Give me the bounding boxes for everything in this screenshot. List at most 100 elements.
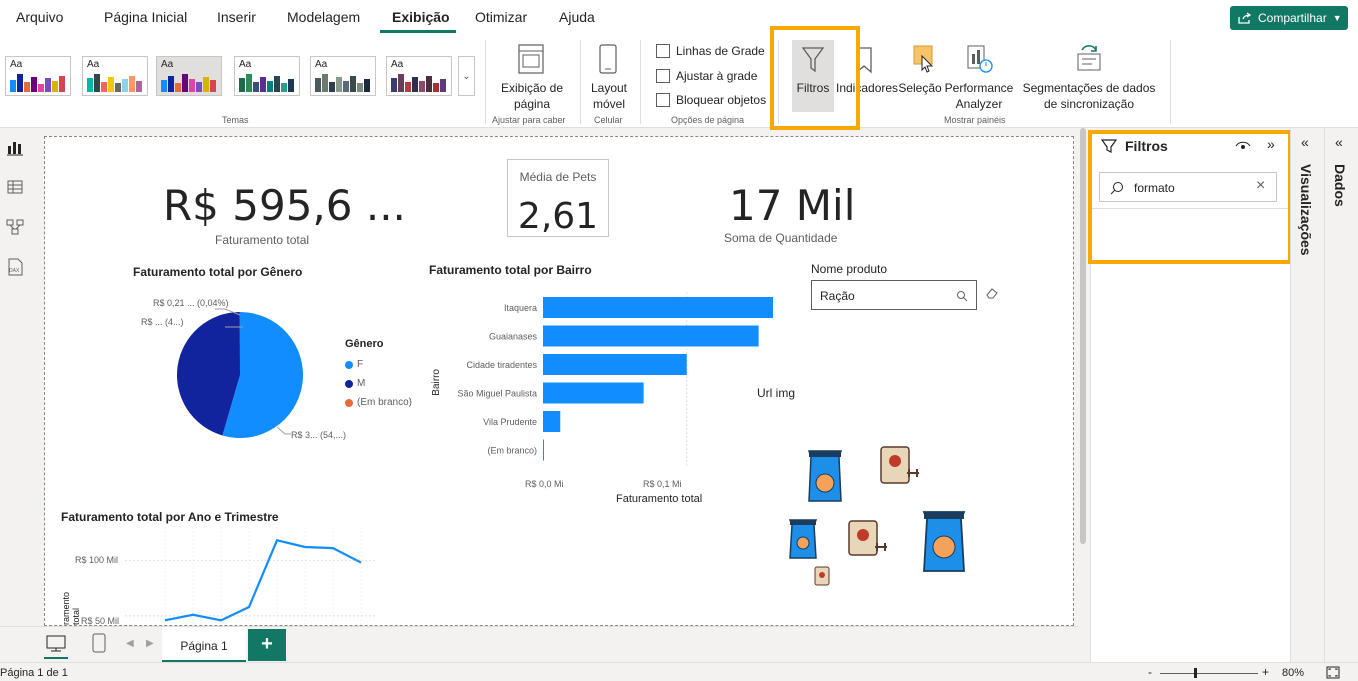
group-label-mobile: Celular <box>594 115 623 125</box>
sync-slicers-icon <box>1077 45 1101 71</box>
table-view-icon[interactable] <box>6 178 24 196</box>
gridlines-checkbox[interactable] <box>656 44 670 58</box>
line-series[interactable] <box>164 539 362 622</box>
expand-visualizations-icon[interactable]: « <box>1301 134 1309 150</box>
share-button[interactable]: Compartilhar ▼ <box>1230 6 1348 30</box>
group-label-themes: Temas <box>222 115 249 125</box>
pie-legend-item[interactable]: M <box>345 374 412 393</box>
ribbon-separator <box>1170 40 1171 124</box>
bar-category-label: Cidade tiradentes <box>466 360 537 370</box>
bar-category-label: (Em branco) <box>487 446 537 456</box>
share-icon <box>1238 12 1252 24</box>
bar-(Em branco)[interactable] <box>543 439 544 461</box>
bar-Itaquera[interactable] <box>543 297 773 318</box>
report-view-icon[interactable] <box>6 138 24 156</box>
scroll-left-icon[interactable]: ◀ <box>126 638 134 649</box>
snap-to-grid-label: Ajustar à grade <box>676 69 758 83</box>
themes-dropdown[interactable]: ⌄ <box>458 56 475 96</box>
sync-slicers-button[interactable]: Segmentações de dados de sincronização <box>1016 40 1162 112</box>
theme-option-2[interactable]: Aa <box>82 56 148 96</box>
mobile-layout-button[interactable]: Layout móvel <box>586 40 632 112</box>
lock-objects-checkbox[interactable] <box>656 93 670 107</box>
bar-Cidade tiradentes[interactable] <box>543 354 687 375</box>
theme-option-6[interactable]: Aa <box>386 56 452 96</box>
line-chart[interactable] <box>45 527 405 626</box>
pie-legend-item[interactable]: (Em branco) <box>345 393 412 412</box>
theme-option-3[interactable]: Aa <box>156 56 222 96</box>
theme-aa: Aa <box>87 59 100 70</box>
page-view-label: Exibição de página <box>500 81 564 111</box>
snap-to-grid-checkbox[interactable] <box>656 69 670 83</box>
pet-food-pouch-image <box>848 520 887 556</box>
menu-pagina-inicial[interactable]: Página Inicial <box>104 9 187 25</box>
eraser-icon[interactable] <box>985 287 999 299</box>
share-label: Compartilhar <box>1258 11 1327 25</box>
menu-exibicao[interactable]: Exibição <box>392 9 450 25</box>
expand-data-icon[interactable]: « <box>1335 134 1343 150</box>
zoom-out-button[interactable]: - <box>1148 665 1152 679</box>
filters-button-highlight <box>770 26 860 130</box>
legend-label: (Em branco) <box>357 397 413 408</box>
mobile-view-icon[interactable] <box>92 633 106 653</box>
menu-bar: Arquivo Página Inicial Inserir Modelagem… <box>0 0 1358 36</box>
selection-button[interactable]: Seleção <box>898 40 942 112</box>
bar-category-label: Vila Prudente <box>483 417 537 427</box>
pet-food-pouch-image <box>880 446 919 484</box>
zoom-slider[interactable] <box>1160 673 1258 674</box>
lock-objects-label: Bloquear objetos <box>676 93 767 107</box>
add-page-button[interactable]: + <box>248 629 286 661</box>
page-tabs-bar: ◀ ▶ Página 1 + <box>0 626 1078 663</box>
page-info: Página 1 de 1 <box>0 667 68 679</box>
pie-label-mid: R$ ... (4...) <box>141 317 184 327</box>
data-label[interactable]: Dados <box>1332 164 1348 207</box>
theme-option-5[interactable]: Aa <box>310 56 376 96</box>
page-tab-1[interactable]: Página 1 <box>162 627 246 663</box>
page-view-button[interactable]: Exibição de página <box>492 40 572 112</box>
scrollbar-thumb[interactable] <box>1080 128 1086 544</box>
group-label-fit: Ajustar para caber <box>492 115 566 125</box>
bar-São Miguel Paulista[interactable] <box>543 382 644 404</box>
theme-option-4[interactable]: Aa <box>234 56 300 96</box>
report-canvas[interactable]: R$ 595,6 ... Faturamento total Média de … <box>44 136 1074 626</box>
page-tab-label: Página 1 <box>180 639 228 653</box>
pie-legend-item[interactable]: F <box>345 355 412 374</box>
bar-Guaianases[interactable] <box>543 325 759 347</box>
menu-modelagem[interactable]: Modelagem <box>287 9 360 25</box>
theme-option-1[interactable]: Aa <box>5 56 71 96</box>
menu-inserir[interactable]: Inserir <box>217 9 256 25</box>
sync-slicers-label: Segmentações de dados de sincronização <box>1022 81 1156 111</box>
media-pets-card[interactable]: Média de Pets 2,61 <box>507 159 609 237</box>
theme-aa: Aa <box>391 59 404 70</box>
fit-to-page-icon[interactable] <box>1326 666 1340 679</box>
bar-chart[interactable]: Itaquera Guaianases Cidade tiradentes São M… <box>425 287 785 497</box>
visualizations-pane-collapsed[interactable]: « Visualizações <box>1290 128 1324 663</box>
menu-otimizar[interactable]: Otimizar <box>475 9 527 25</box>
canvas-scrollbar[interactable] <box>1078 128 1088 628</box>
mobile-layout-label: Layout móvel <box>590 81 628 111</box>
desktop-view-icon[interactable] <box>46 635 66 653</box>
data-pane-collapsed[interactable]: « Dados <box>1324 128 1358 663</box>
bar-x-tick-0: R$ 0,0 Mi <box>525 479 564 489</box>
zoom-in-button[interactable]: + <box>1262 665 1269 679</box>
slicer-search-box[interactable]: Ração <box>811 280 977 310</box>
selection-label: Seleção <box>898 81 942 95</box>
performance-analyzer-button[interactable]: Performance Analyzer <box>944 40 1014 112</box>
scroll-right-icon[interactable]: ▶ <box>146 638 154 649</box>
legend-label: M <box>357 378 366 389</box>
visualizations-label[interactable]: Visualizações <box>1298 164 1314 256</box>
dax-query-view-icon[interactable]: DAX <box>6 258 24 276</box>
bar-category-label: Guaianases <box>489 332 538 342</box>
legend-dot <box>345 398 353 407</box>
pie-leader-line <box>276 426 291 435</box>
line-chart-title: Faturamento total por Ano e Trimestre <box>61 510 279 524</box>
page-view-icon <box>518 44 544 74</box>
media-pets-label: Média de Pets <box>519 170 597 184</box>
search-icon[interactable] <box>956 290 968 302</box>
bar-category-label: Itaquera <box>504 303 537 313</box>
model-view-icon[interactable] <box>6 218 24 236</box>
menu-arquivo[interactable]: Arquivo <box>16 9 63 25</box>
pie-legend: F M (Em branco) <box>345 355 412 412</box>
bar-Vila Prudente[interactable] <box>543 411 561 432</box>
menu-ajuda[interactable]: Ajuda <box>559 9 595 25</box>
zoom-slider-thumb[interactable] <box>1194 668 1197 678</box>
